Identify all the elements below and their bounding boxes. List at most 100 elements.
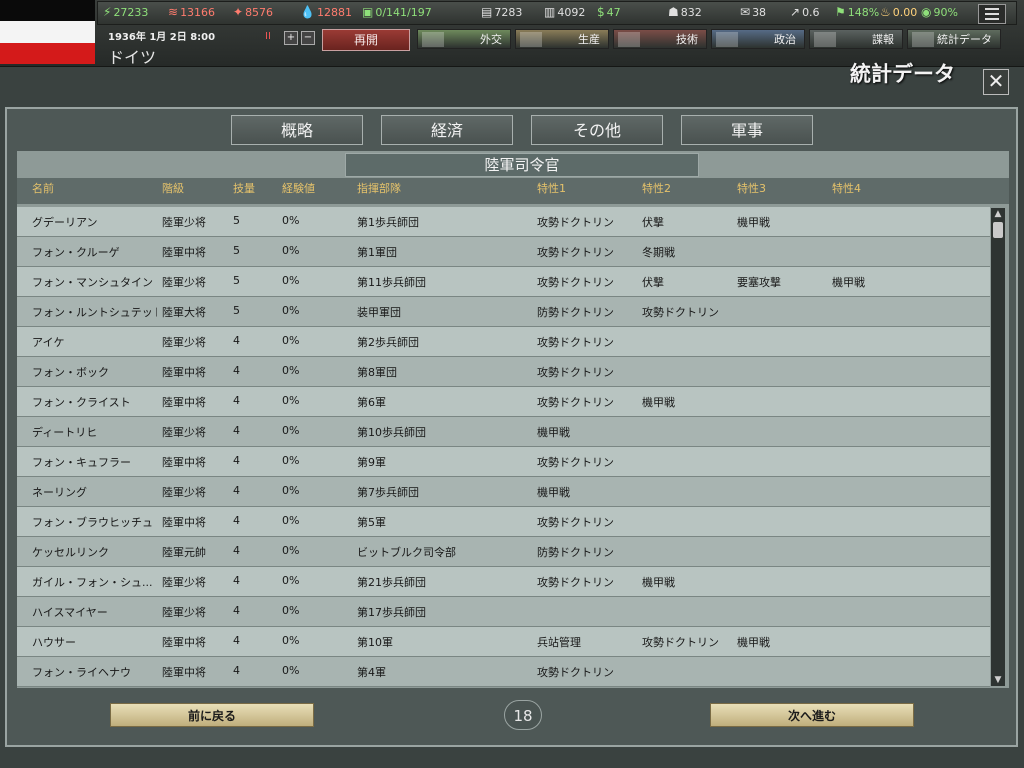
column-rank[interactable]: 階級 (162, 180, 184, 196)
cell-rank: 陸軍少将 (162, 576, 206, 589)
table-row[interactable]: フォン・ライヘナウ 陸軍中将 4 0% 第4軍 攻勢ドクトリン (17, 657, 990, 687)
scrollbar[interactable]: ▲ ▼ (991, 208, 1005, 686)
cell-rank: 陸軍中将 (162, 666, 206, 679)
country-flag[interactable] (0, 0, 95, 64)
nav-tab-3[interactable]: 政治 (711, 29, 805, 49)
cell-experience: 0% (282, 244, 300, 257)
column-trait2[interactable]: 特性2 (642, 180, 671, 196)
nav-tab-icon (618, 32, 640, 47)
speed-down-button[interactable]: − (301, 31, 315, 45)
column-skill[interactable]: 技量 (233, 180, 255, 196)
table-row[interactable]: ネーリング 陸軍少将 4 0% 第7歩兵師団 機甲戦 (17, 477, 990, 507)
column-experience[interactable]: 経験値 (282, 180, 315, 196)
resource-fuel[interactable]: ♨ 0.00 (880, 2, 917, 22)
cell-rank: 陸軍少将 (162, 606, 206, 619)
cell-skill: 4 (233, 634, 240, 647)
scroll-up-icon[interactable]: ▲ (991, 208, 1005, 220)
table-row[interactable]: ケッセルリンク 陸軍元帥 4 0% ビットブルク司令部 防勢ドクトリン (17, 537, 990, 567)
cell-rank: 陸軍中将 (162, 456, 206, 469)
nav-tab-4[interactable]: 諜報 (809, 29, 903, 49)
resource-soldier[interactable]: ☗ 832 (668, 2, 702, 22)
nav-tab-5[interactable]: 統計データ (907, 29, 1001, 49)
column-trait4[interactable]: 特性4 (832, 180, 861, 196)
table-row[interactable]: フォン・ボック 陸軍中将 4 0% 第8軍団 攻勢ドクトリン (17, 357, 990, 387)
cell-rank: 陸軍少将 (162, 486, 206, 499)
cell-unit: 第1歩兵師団 (357, 216, 419, 229)
cell-name: フォン・クライスト (32, 396, 131, 409)
scroll-down-icon[interactable]: ▼ (991, 674, 1005, 686)
cell-experience: 0% (282, 454, 300, 467)
speed-up-button[interactable]: + (284, 31, 298, 45)
cell-experience: 0% (282, 664, 300, 677)
cell-skill: 5 (233, 304, 240, 317)
cell-experience: 0% (282, 544, 300, 557)
fuel-icon: ♨ (880, 5, 891, 19)
resource-value: 7283 (494, 5, 523, 19)
cell-trait1: 攻勢ドクトリン (537, 666, 614, 679)
resource-manpower[interactable]: ▣ 0/141/197 (362, 2, 432, 22)
top-bar: ⚡ 27233 ≋ 13166 ✦ 8576 💧 12881 ▣ 0/141/197 ▤ 7283 ▥ 4… (0, 0, 1024, 67)
resource-dissent[interactable]: ↗ 0.6 (790, 2, 820, 22)
table-body: グデーリアン 陸軍少将 5 0% 第1歩兵師団 攻勢ドクトリン 伏撃 機甲戦 フォン・クルーゲ陸… (17, 207, 990, 687)
table-row[interactable]: フォン・クルーゲ 陸軍中将 5 0% 第1軍団 攻勢ドクトリン 冬期戦 (17, 237, 990, 267)
next-page-button[interactable]: 次へ進む (710, 703, 914, 727)
resource-mail[interactable]: ✉ 38 (740, 2, 766, 22)
resource-national-unity[interactable]: ⚑ 148% (835, 2, 879, 22)
resource-supplies[interactable]: ▤ 7283 (481, 2, 522, 22)
nav-tab-2[interactable]: 技術 (613, 29, 707, 49)
resource-value: 0.6 (802, 5, 820, 19)
tab-military[interactable]: 軍事 (681, 115, 813, 145)
nav-tab-1[interactable]: 生産 (515, 29, 609, 49)
table-row[interactable]: アイケ 陸軍少将 4 0% 第2歩兵師団 攻勢ドクトリン (17, 327, 990, 357)
resource-value: 832 (680, 5, 702, 19)
cell-skill: 4 (233, 364, 240, 377)
resource-metal[interactable]: ≋ 13166 (168, 2, 215, 22)
cell-unit: 第2歩兵師団 (357, 336, 419, 349)
table-row[interactable]: フォン・キュフラー 陸軍中将 4 0% 第9軍 攻勢ドクトリン (17, 447, 990, 477)
table-row[interactable]: フォン・マンシュタイン 陸軍少将 5 0% 第11歩兵師団 攻勢ドクトリン 伏撃 要塞攻撃 機甲… (17, 267, 990, 297)
column-trait3[interactable]: 特性3 (737, 180, 766, 196)
cell-trait2: 冬期戦 (642, 246, 675, 259)
table-row[interactable]: グデーリアン 陸軍少将 5 0% 第1歩兵師団 攻勢ドクトリン 伏撃 機甲戦 (17, 207, 990, 237)
resource-neutrality[interactable]: ◉ 90% (921, 2, 958, 22)
cell-trait1: 攻勢ドクトリン (537, 276, 614, 289)
tab-economy[interactable]: 経済 (381, 115, 513, 145)
table-row[interactable]: フォン・クライスト 陸軍中将 4 0% 第6軍 攻勢ドクトリン 機甲戦 (17, 387, 990, 417)
tab-overview[interactable]: 概略 (231, 115, 363, 145)
resource-energy[interactable]: ⚡ 27233 (103, 2, 148, 22)
resource-dollar[interactable]: $47 (597, 2, 621, 22)
table-row[interactable]: フォン・ブラウヒッチュ 陸軍中将 4 0% 第5軍 攻勢ドクトリン (17, 507, 990, 537)
column-name[interactable]: 名前 (32, 180, 54, 196)
table-row[interactable]: フォン・ルントシュテット 陸軍大将 5 0% 装甲軍団 防勢ドクトリン 攻勢ドクトリン (17, 297, 990, 327)
cell-rank: 陸軍中将 (162, 396, 206, 409)
table-row[interactable]: ハイスマイヤー 陸軍少将 4 0% 第17歩兵師団 (17, 597, 990, 627)
resource-rare-materials[interactable]: ✦ 8576 (233, 2, 273, 22)
nav-tab-label: 政治 (774, 33, 796, 46)
resource-oil[interactable]: 💧 12881 (300, 2, 352, 22)
prev-page-button[interactable]: 前に戻る (110, 703, 314, 727)
manpower-icon: ▣ (362, 5, 374, 19)
cell-skill: 5 (233, 274, 240, 287)
cell-trait1: 防勢ドクトリン (537, 546, 614, 559)
neutrality-icon: ◉ (921, 5, 932, 19)
resource-value: 47 (606, 5, 621, 19)
table-row[interactable]: ガイル・フォン・シュ... 陸軍少将 4 0% 第21歩兵師団 攻勢ドクトリン 機甲戦 (17, 567, 990, 597)
resume-button[interactable]: 再開 (322, 29, 410, 51)
close-button[interactable]: ✕ (983, 69, 1009, 95)
nav-tab-0[interactable]: 外交 (417, 29, 511, 49)
cell-skill: 4 (233, 394, 240, 407)
pause-button[interactable]: II (262, 31, 274, 43)
column-trait1[interactable]: 特性1 (537, 180, 566, 196)
cell-rank: 陸軍中将 (162, 516, 206, 529)
column-unit[interactable]: 指揮部隊 (357, 180, 401, 196)
resource-money[interactable]: ▥ 4092 (544, 2, 585, 22)
cell-name: アイケ (32, 336, 65, 349)
menu-button[interactable] (978, 4, 1006, 24)
cell-skill: 5 (233, 244, 240, 257)
cell-name: ケッセルリンク (32, 546, 109, 559)
scroll-thumb[interactable] (993, 222, 1003, 238)
table-row[interactable]: ディートリヒ 陸軍少将 4 0% 第10歩兵師団 機甲戦 (17, 417, 990, 447)
table-row[interactable]: ハウサー 陸軍中将 4 0% 第10軍 兵站管理 攻勢ドクトリン 機甲戦 (17, 627, 990, 657)
cell-trait1: 攻勢ドクトリン (537, 216, 614, 229)
tab-other[interactable]: その他 (531, 115, 663, 145)
